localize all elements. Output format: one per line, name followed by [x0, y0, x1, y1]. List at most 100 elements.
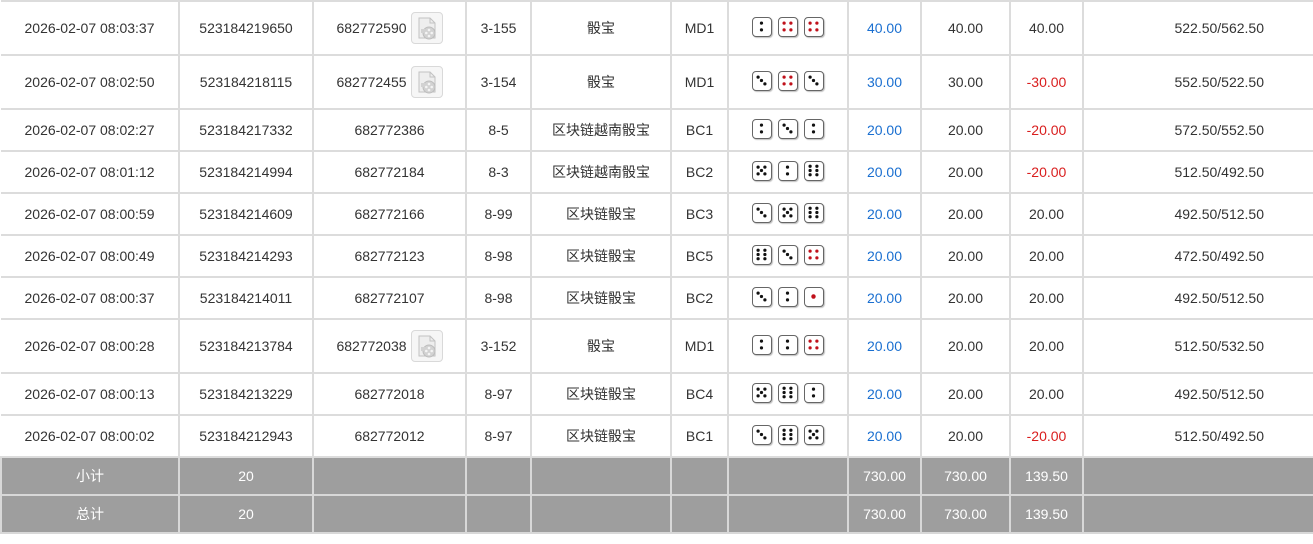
- bet-amount: 20.00: [847, 414, 922, 458]
- video-replay-icon[interactable]: [410, 66, 443, 98]
- bet-id: 523184212943: [178, 414, 314, 458]
- video-replay-icon[interactable]: [410, 12, 443, 44]
- table-code: BC1: [670, 108, 729, 152]
- subtotal-empty: [530, 456, 672, 496]
- subtotal-empty: [727, 456, 849, 496]
- die-4-icon: [804, 16, 824, 37]
- subtotal-empty: [670, 456, 729, 496]
- die-2-icon: [752, 118, 772, 139]
- valid-bet: 20.00: [920, 372, 1011, 416]
- game-name: 区块链骰宝: [530, 234, 672, 278]
- subtotal-empty: [312, 456, 467, 496]
- table-code: BC1: [670, 414, 729, 458]
- table-row: 2026-02-07 08:03:37 523184219650 682772590…: [1, 0, 1313, 56]
- game-name: 骰宝: [530, 318, 672, 374]
- dice-result-cell: [727, 0, 849, 56]
- total-empty: [727, 494, 849, 534]
- die-5-icon: [752, 160, 772, 181]
- valid-bet: 20.00: [920, 108, 1011, 152]
- total-count: 20: [178, 494, 314, 534]
- subtotal-count: 20: [178, 456, 314, 496]
- die-1-icon: [804, 286, 824, 307]
- dice-result-cell: [727, 372, 849, 416]
- total-bet: 730.00: [847, 494, 922, 534]
- table-row: 2026-02-07 08:00:37 523184214011 682772107…: [1, 276, 1313, 320]
- dice-result-cell: [727, 192, 849, 236]
- table-id-cell: 682772012: [312, 414, 467, 458]
- subtotal-row: 小计 20 730.00 730.00 139.50: [0, 456, 1313, 496]
- game-name: 区块链骰宝: [530, 372, 672, 416]
- bet-time: 2026-02-07 08:00:49: [1, 234, 180, 278]
- game-name: 区块链越南骰宝: [530, 150, 672, 194]
- valid-bet: 40.00: [920, 0, 1011, 56]
- table-id: 682772590: [336, 20, 407, 36]
- round-number: 8-99: [465, 192, 532, 236]
- balance-before-after: 512.50/492.50: [1082, 414, 1313, 458]
- bet-time: 2026-02-07 08:03:37: [1, 0, 180, 56]
- bet-time: 2026-02-07 08:02:27: [1, 108, 180, 152]
- table-row: 2026-02-07 08:02:50 523184218115 682772455…: [1, 54, 1313, 110]
- table-id-group: 682772455: [336, 66, 443, 98]
- bet-id: 523184213784: [178, 318, 314, 374]
- table-code: BC3: [670, 192, 729, 236]
- win-loss: 20.00: [1009, 372, 1084, 416]
- game-name: 区块链骰宝: [530, 276, 672, 320]
- die-6-icon: [804, 160, 824, 181]
- valid-bet: 20.00: [920, 276, 1011, 320]
- table-id-cell: 682772123: [312, 234, 467, 278]
- total-label: 总计: [0, 494, 180, 534]
- total-row: 总计 20 730.00 730.00 139.50: [0, 494, 1313, 534]
- die-2-icon: [804, 382, 824, 403]
- die-3-icon: [804, 70, 824, 91]
- dice-result: [752, 382, 824, 403]
- table-id-cell: 682772107: [312, 276, 467, 320]
- die-4-icon: [778, 70, 798, 91]
- game-name: 区块链越南骰宝: [530, 108, 672, 152]
- bet-time: 2026-02-07 08:00:13: [1, 372, 180, 416]
- table-id-cell: 682772386: [312, 108, 467, 152]
- bet-amount: 20.00: [847, 150, 922, 194]
- die-2-icon: [778, 334, 798, 355]
- round-number: 8-5: [465, 108, 532, 152]
- die-3-icon: [752, 286, 772, 307]
- table-row: 2026-02-07 08:00:49 523184214293 682772123…: [1, 234, 1313, 278]
- die-2-icon: [752, 16, 772, 37]
- subtotal-winloss: 139.50: [1009, 456, 1084, 496]
- round-number: 8-98: [465, 276, 532, 320]
- dice-result: [752, 334, 824, 355]
- total-empty: [312, 494, 467, 534]
- bet-id: 523184214293: [178, 234, 314, 278]
- round-number: 8-3: [465, 150, 532, 194]
- dice-result: [752, 424, 824, 445]
- bet-amount: 20.00: [847, 318, 922, 374]
- total-winloss: 139.50: [1009, 494, 1084, 534]
- dice-result-cell: [727, 150, 849, 194]
- round-number: 8-98: [465, 234, 532, 278]
- table-id-cell: 682772184: [312, 150, 467, 194]
- table-row: 2026-02-07 08:00:28 523184213784 682772038…: [1, 318, 1313, 374]
- die-3-icon: [752, 70, 772, 91]
- table-row: 2026-02-07 08:00:02 523184212943 682772012…: [1, 414, 1313, 458]
- round-number: 3-154: [465, 54, 532, 110]
- bet-id: 523184214994: [178, 150, 314, 194]
- bet-amount: 40.00: [847, 0, 922, 56]
- game-name: 骰宝: [530, 54, 672, 110]
- table-code: BC2: [670, 276, 729, 320]
- game-name: 骰宝: [530, 0, 672, 56]
- win-loss: -20.00: [1009, 108, 1084, 152]
- video-replay-icon[interactable]: [410, 330, 443, 362]
- valid-bet: 20.00: [920, 234, 1011, 278]
- bet-time: 2026-02-07 08:00:59: [1, 192, 180, 236]
- die-4-icon: [778, 16, 798, 37]
- die-5-icon: [752, 382, 772, 403]
- win-loss: -20.00: [1009, 414, 1084, 458]
- die-5-icon: [778, 202, 798, 223]
- game-name: 区块链骰宝: [530, 192, 672, 236]
- table-id-cell: 682772166: [312, 192, 467, 236]
- win-loss: 20.00: [1009, 318, 1084, 374]
- bet-records-body: 2026-02-07 08:03:37 523184219650 682772590…: [0, 0, 1313, 534]
- table-id: 682772038: [336, 338, 407, 354]
- bet-time: 2026-02-07 08:00:37: [1, 276, 180, 320]
- die-6-icon: [804, 202, 824, 223]
- table-id-cell: 682772018: [312, 372, 467, 416]
